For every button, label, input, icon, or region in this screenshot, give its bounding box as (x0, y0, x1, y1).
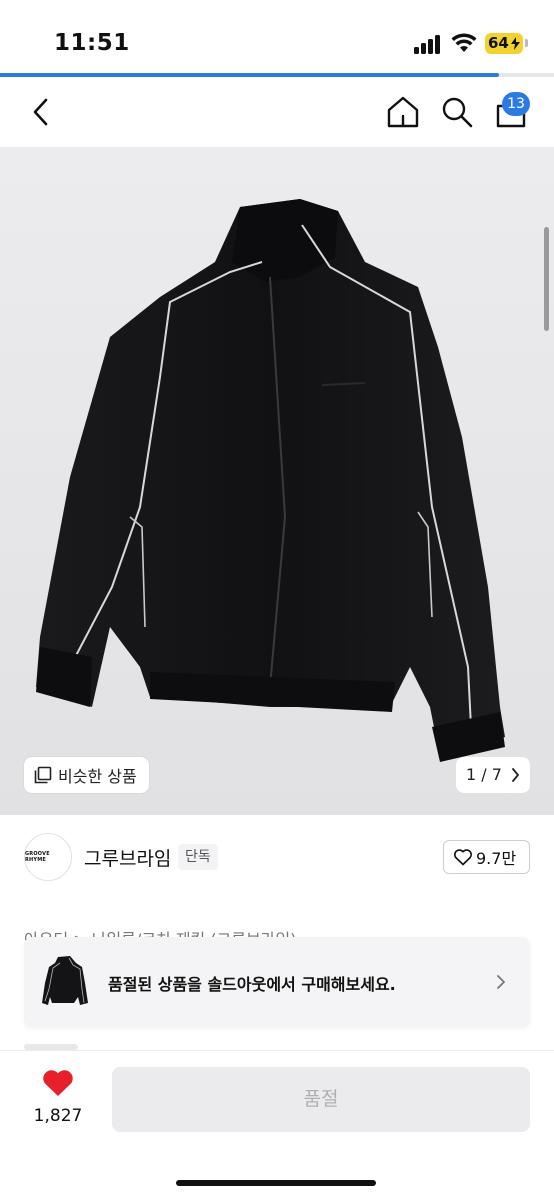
toast-message: 품절된 상품을 솔드아웃에서 구매해보세요. (108, 975, 396, 994)
status-bar: 11:51 64 (0, 0, 554, 72)
similar-items-icon (34, 766, 52, 784)
brand-like-button[interactable]: 9.7만 (443, 840, 530, 874)
soldout-promo-toast[interactable]: 품절된 상품을 솔드아웃에서 구매해보세요. (24, 937, 530, 1027)
home-indicator (176, 1180, 376, 1186)
battery-indicator: 64 (485, 33, 523, 54)
wishlist-count: 1,827 (33, 1106, 83, 1126)
top-nav (0, 77, 554, 147)
brand-logo-text: GROOVE RHYME (25, 851, 50, 863)
soldout-buy-button[interactable]: 품절 (112, 1067, 530, 1132)
clock: 11:51 (54, 30, 130, 56)
chevron-right-icon (512, 768, 519, 782)
similar-products-button[interactable]: 비슷한 상품 (24, 757, 149, 793)
page-counter-text: 1 / 7 (466, 765, 502, 784)
battery-tip (525, 39, 528, 47)
product-thumbnail (42, 956, 88, 1005)
charging-bolt-icon (511, 37, 520, 50)
brand-name[interactable]: 그루브라임 (84, 844, 171, 871)
product-photo (36, 199, 505, 762)
wishlist-button[interactable]: 1,827 (26, 1068, 90, 1130)
brand-logo[interactable]: GROOVE RHYME (24, 833, 72, 881)
cellular-signal-icon (414, 34, 442, 54)
chevron-left-icon[interactable] (26, 95, 56, 129)
scroll-indicator (544, 227, 549, 331)
battery-level: 64 (488, 34, 509, 52)
heart-outline-icon (454, 849, 472, 866)
image-page-counter[interactable]: 1 / 7 (456, 757, 530, 793)
exclusive-badge: 단독 (178, 844, 218, 870)
cart-count-badge: 13 (502, 92, 530, 116)
heart-filled-icon (43, 1070, 73, 1096)
brand-like-count: 9.7만 (476, 849, 517, 868)
similar-products-label: 비슷한 상품 (58, 767, 137, 786)
wifi-icon (451, 33, 477, 52)
chevron-right-icon (497, 975, 505, 989)
search-icon[interactable] (440, 95, 474, 129)
home-icon[interactable] (386, 95, 420, 129)
product-image-gallery[interactable] (0, 147, 554, 815)
